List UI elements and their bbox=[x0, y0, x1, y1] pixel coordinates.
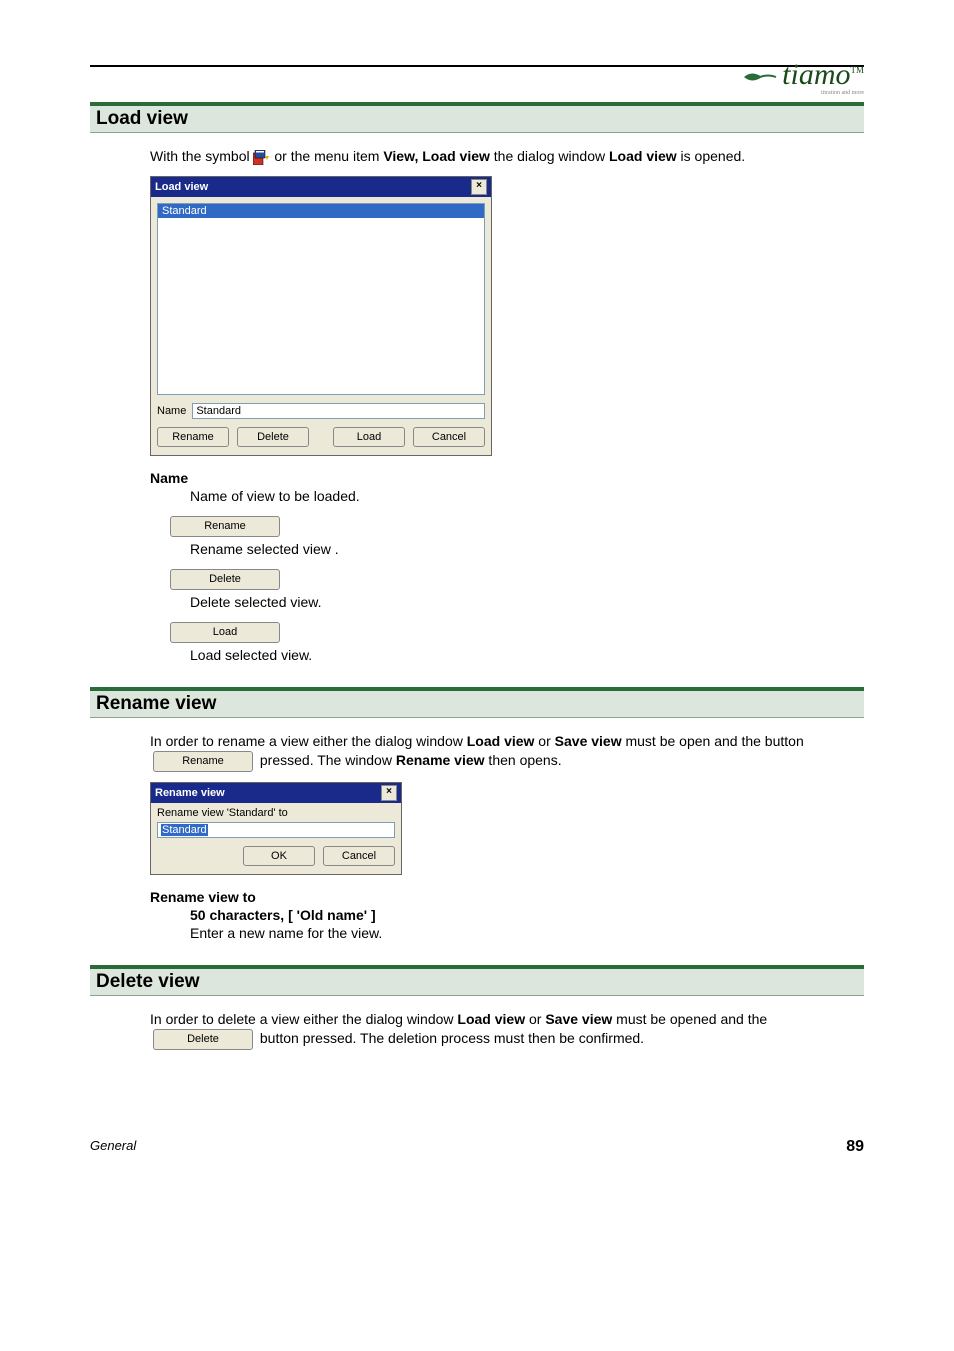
logo-text: tiamo bbox=[782, 58, 850, 91]
rename-label: Rename view 'Standard' to bbox=[157, 807, 395, 819]
dialog-titlebar: Rename view × bbox=[151, 783, 401, 803]
brand-logo: tiamoTM titration and more bbox=[742, 60, 864, 96]
rename-button-graphic: Rename bbox=[170, 516, 280, 537]
rename-button[interactable]: Rename bbox=[157, 427, 229, 447]
section-header-rename-view: Rename view bbox=[90, 687, 864, 718]
load-button[interactable]: Load bbox=[333, 427, 405, 447]
section-header-load-view: Load view bbox=[90, 102, 864, 133]
swoosh-icon bbox=[742, 62, 778, 92]
delete-inline-button: Delete bbox=[153, 1029, 253, 1050]
rename-view-intro: In order to rename a view either the dia… bbox=[150, 732, 864, 772]
logo-tm: TM bbox=[851, 65, 865, 75]
close-icon[interactable]: × bbox=[471, 179, 487, 195]
rename-field-desc: Enter a new name for the view. bbox=[190, 925, 864, 941]
load-view-dialog: Load view × Standard Name Rename Delete … bbox=[150, 176, 492, 456]
rename-field-name: Rename view to bbox=[150, 889, 864, 905]
dialog-title: Load view bbox=[155, 181, 208, 193]
rename-field-constraints: 50 characters, [ 'Old name' ] bbox=[190, 907, 864, 923]
dialog-titlebar: Load view × bbox=[151, 177, 491, 197]
page-footer: General 89 bbox=[0, 1098, 954, 1186]
delete-view-intro: In order to delete a view either the dia… bbox=[150, 1010, 864, 1050]
view-list[interactable]: Standard bbox=[157, 203, 485, 395]
section-header-delete-view: Delete view bbox=[90, 965, 864, 996]
close-icon[interactable]: × bbox=[381, 785, 397, 801]
footer-section: General bbox=[90, 1138, 136, 1156]
load-view-dialog-figure: Load view × Standard Name Rename Delete … bbox=[150, 176, 864, 456]
dialog-title: Rename view bbox=[155, 787, 225, 799]
delete-button[interactable]: Delete bbox=[237, 427, 309, 447]
delete-btn-desc: Delete selected view. bbox=[190, 594, 864, 610]
field-name-label: Name bbox=[150, 470, 864, 486]
page-number: 89 bbox=[846, 1138, 864, 1156]
rename-view-dialog: Rename view × Rename view 'Standard' to … bbox=[150, 782, 402, 875]
load-view-intro: With the symbol or the menu item View, L… bbox=[150, 147, 864, 166]
rename-view-dialog-figure: Rename view × Rename view 'Standard' to … bbox=[150, 782, 864, 875]
field-name-desc: Name of view to be loaded. bbox=[190, 488, 864, 504]
delete-button-graphic: Delete bbox=[170, 569, 280, 590]
load-btn-desc: Load selected view. bbox=[190, 647, 864, 663]
load-view-icon bbox=[253, 150, 270, 165]
rename-inline-button: Rename bbox=[153, 751, 253, 772]
rename-input[interactable]: Standard bbox=[157, 822, 395, 838]
cancel-button[interactable]: Cancel bbox=[323, 846, 395, 866]
name-label: Name bbox=[157, 405, 186, 417]
cancel-button[interactable]: Cancel bbox=[413, 427, 485, 447]
load-button-graphic: Load bbox=[170, 622, 280, 643]
rename-btn-desc: Rename selected view . bbox=[190, 541, 864, 557]
ok-button[interactable]: OK bbox=[243, 846, 315, 866]
name-input[interactable] bbox=[192, 403, 485, 419]
list-item[interactable]: Standard bbox=[158, 204, 484, 218]
